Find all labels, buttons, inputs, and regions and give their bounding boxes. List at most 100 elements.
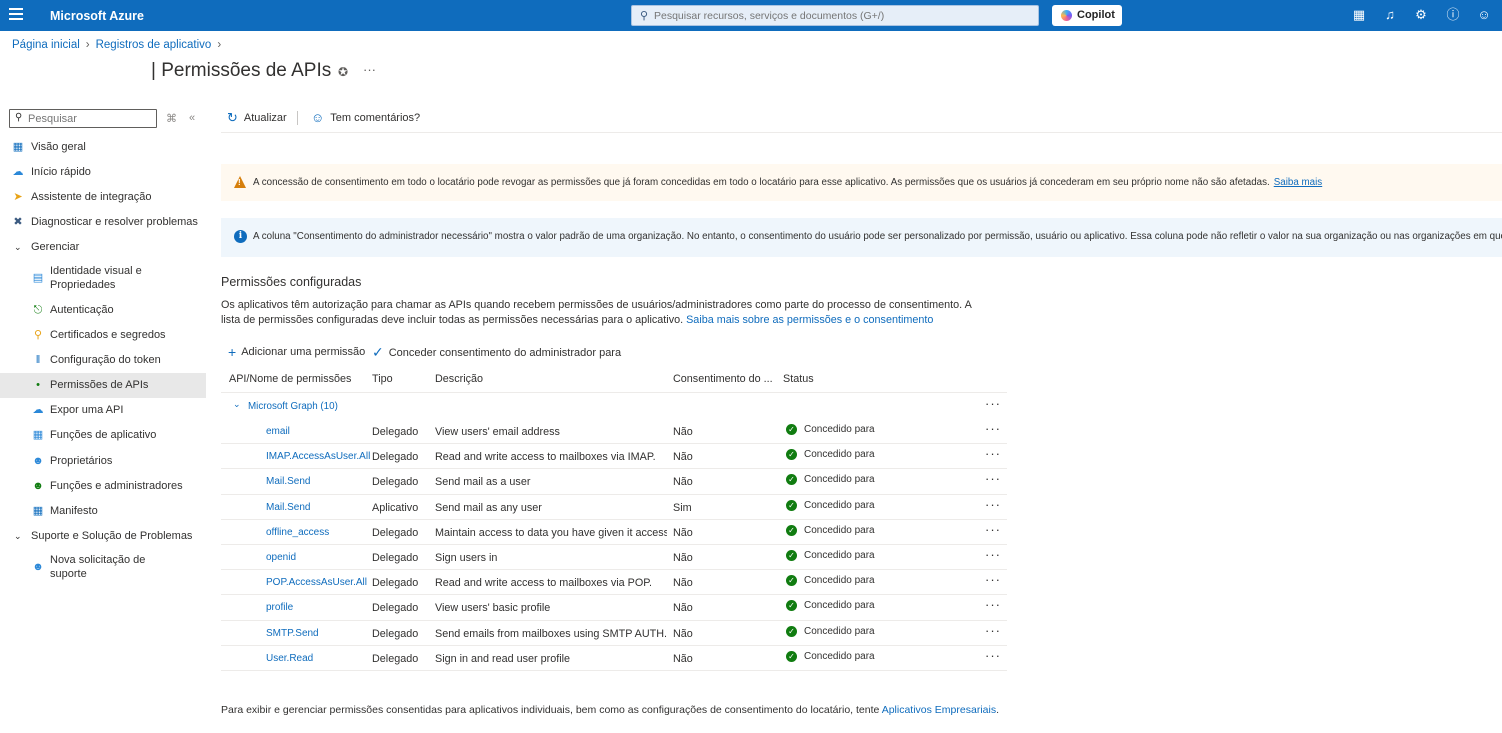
table-row[interactable]: POP.AccessAsUser.All Delegado Read and wri… (221, 570, 1007, 596)
permission-name-link[interactable]: Mail.Send (266, 502, 310, 513)
table-row[interactable]: email Delegado View users' email address Nã… (221, 419, 1007, 445)
breadcrumb-home[interactable]: Página inicial (12, 39, 80, 51)
api-group-row[interactable]: ⌄ Microsoft Graph (10) ··· (221, 394, 1007, 419)
more-options-icon[interactable]: ··· (985, 446, 1001, 461)
sidebar-item-owners[interactable]: ☻ Proprietários (0, 448, 206, 473)
footer-end: . (996, 704, 999, 716)
admin-consent-required: Não (673, 551, 693, 564)
admin-consent-required: Não (673, 652, 693, 665)
table-row[interactable]: profile Delegado View users' basic profile… (221, 595, 1007, 621)
table-row[interactable]: offline_access Delegado Maintain access to… (221, 520, 1007, 545)
column-header-description[interactable]: Descrição (435, 373, 483, 385)
permissions-consent-link[interactable]: Saiba mais sobre as permissões e o conse… (686, 314, 933, 326)
sidebar-item-integration-assistant[interactable]: ➤ Assistente de integração (0, 184, 206, 209)
grant-admin-consent-button[interactable]: ✓ Conceder consentimento do administrado… (372, 344, 621, 361)
cloud-icon: ☁ (32, 404, 44, 417)
permission-name-link[interactable]: openid (266, 552, 296, 563)
more-options-icon[interactable]: ··· (985, 623, 1001, 638)
permission-name-link[interactable]: profile (266, 602, 293, 613)
more-options-icon[interactable]: ··· (985, 471, 1001, 486)
table-row[interactable]: openid Delegado Sign users in Não ✓ Concedido… (221, 545, 1007, 571)
sidebar-item-app-roles[interactable]: ▦ Funções de aplicativo (0, 423, 206, 448)
pin-icon[interactable]: ✪ (338, 65, 348, 79)
column-header-consent[interactable]: Consentimento do ... (673, 373, 773, 385)
table-row[interactable]: IMAP.AccessAsUser.All Delegado Read and wr… (221, 444, 1007, 470)
status-badge: ✓ Concedido para (786, 424, 875, 435)
hamburger-menu-icon[interactable] (9, 8, 23, 22)
breadcrumb-app-registrations[interactable]: Registros de aplicativo (96, 39, 212, 51)
permission-name-link[interactable]: POP.AccessAsUser.All (266, 577, 367, 588)
permission-description: Maintain access to data you have given i… (435, 526, 667, 539)
sidebar-item-diagnose[interactable]: ✖ Diagnosticar e resolver problemas (0, 210, 206, 235)
more-options-icon[interactable]: ··· (985, 572, 1001, 587)
copilot-button[interactable]: Copilot (1052, 5, 1122, 26)
more-options-icon[interactable]: ··· (363, 62, 376, 77)
sidebar-search-input[interactable] (28, 111, 153, 126)
help-icon[interactable]: ⓘ (1445, 7, 1461, 23)
status-text: Concedido para (804, 449, 875, 461)
sidebar-group-support[interactable]: ⌄ Suporte e Solução de Problemas (0, 524, 206, 549)
breadcrumb: Página inicial › Registros de aplicativo › (12, 39, 227, 51)
app-roles-icon: ▦ (32, 429, 44, 442)
sidebar-item-quickstart[interactable]: ☁ Início rápido (0, 159, 206, 184)
top-bar: Microsoft Azure ⚲ Copilot ▦ ♫ ⚙ ⓘ ☺ (0, 0, 1502, 31)
more-options-icon[interactable]: ··· (985, 597, 1001, 612)
cloud-shell-icon[interactable]: ▦ (1351, 7, 1367, 23)
sidebar-item-manifest[interactable]: ▦ Manifesto (0, 498, 206, 523)
copilot-icon (1061, 10, 1072, 21)
more-options-icon[interactable]: ··· (985, 522, 1001, 537)
feedback-person-icon[interactable]: ☺ (1476, 7, 1492, 23)
chevron-down-icon[interactable]: ⌄ (233, 399, 241, 410)
sidebar-item-branding[interactable]: ▤ Identidade visual e Propriedades (0, 260, 206, 297)
refresh-button[interactable]: ↻ Atualizar (227, 110, 287, 126)
permission-name-link[interactable]: User.Read (266, 653, 313, 664)
sidebar-item-authentication[interactable]: ⎋ Autenticação (0, 297, 206, 322)
api-group-label[interactable]: Microsoft Graph (10) (248, 401, 338, 412)
sidebar-item-api-permissions[interactable]: • Permissões de APIs (0, 372, 206, 398)
enterprise-apps-link[interactable]: Aplicativos Empresariais (882, 704, 996, 716)
brand-title[interactable]: Microsoft Azure (50, 9, 144, 23)
column-header-name[interactable]: API/Nome de permissões (229, 373, 351, 385)
more-options-icon[interactable]: ··· (985, 396, 1001, 411)
notifications-bell-icon[interactable]: ♫ (1382, 7, 1398, 23)
permission-name-link[interactable]: SMTP.Send (266, 628, 319, 639)
table-row[interactable]: Mail.Send Delegado Send mail as a user Não ✓… (221, 469, 1007, 495)
permission-name-link[interactable]: offline_access (266, 527, 329, 538)
support-person-icon: ☻ (32, 561, 44, 574)
more-options-icon[interactable]: ··· (985, 497, 1001, 512)
command-bar-divider (221, 132, 1502, 133)
sidebar-item-label: Expor uma API (50, 404, 124, 417)
pin-sidebar-icon[interactable]: ⌘ (166, 112, 177, 125)
sidebar-item-overview[interactable]: ▦ Visão geral (0, 134, 206, 159)
more-options-icon[interactable]: ··· (985, 421, 1001, 436)
table-row[interactable]: SMTP.Send Delegado Send emails from mailbo… (221, 621, 1007, 646)
learn-more-link[interactable]: Saiba mais (1274, 177, 1322, 188)
sidebar-search[interactable]: ⚲ (9, 109, 157, 128)
permission-name-link[interactable]: IMAP.AccessAsUser.All (266, 451, 370, 462)
sidebar-item-token-config[interactable]: ‖ Configuração do token (0, 347, 206, 372)
table-row[interactable]: Mail.Send Aplicativo Send mail as any user… (221, 495, 1007, 520)
global-search[interactable]: ⚲ (631, 5, 1039, 26)
column-header-type[interactable]: Tipo (372, 373, 393, 385)
granted-check-icon: ✓ (786, 600, 797, 612)
more-options-icon[interactable]: ··· (985, 547, 1001, 562)
table-row[interactable]: User.Read Delegado Sign in and read user p… (221, 646, 1007, 671)
column-header-status[interactable]: Status (783, 373, 814, 385)
global-search-input[interactable] (654, 7, 1024, 24)
settings-gear-icon[interactable]: ⚙ (1413, 7, 1429, 23)
granted-check-icon: ✓ (786, 424, 797, 435)
collapse-sidebar-icon[interactable]: « (189, 112, 195, 124)
sidebar-item-certificates[interactable]: ⚲ Certificados e segredos (0, 322, 206, 347)
add-permission-button[interactable]: + Adicionar uma permissão (228, 344, 365, 360)
more-options-icon[interactable]: ··· (985, 648, 1001, 663)
page-title: | Permissões de APIs (151, 60, 332, 81)
sidebar-item-expose-api[interactable]: ☁ Expor uma API (0, 398, 206, 423)
roles-admins-icon: ☻ (32, 479, 44, 492)
sidebar-item-new-support-request[interactable]: ☻ Nova solicitação de suporte (0, 549, 206, 586)
feedback-button[interactable]: ☺ Tem comentários? (311, 110, 420, 125)
sidebar-item-label: Manifesto (50, 505, 98, 518)
sidebar-item-roles-admins[interactable]: ☻ Funções e administradores (0, 473, 206, 498)
sidebar-group-manage[interactable]: ⌄ Gerenciar (0, 235, 206, 260)
permission-name-link[interactable]: email (266, 426, 290, 437)
permission-name-link[interactable]: Mail.Send (266, 476, 310, 487)
